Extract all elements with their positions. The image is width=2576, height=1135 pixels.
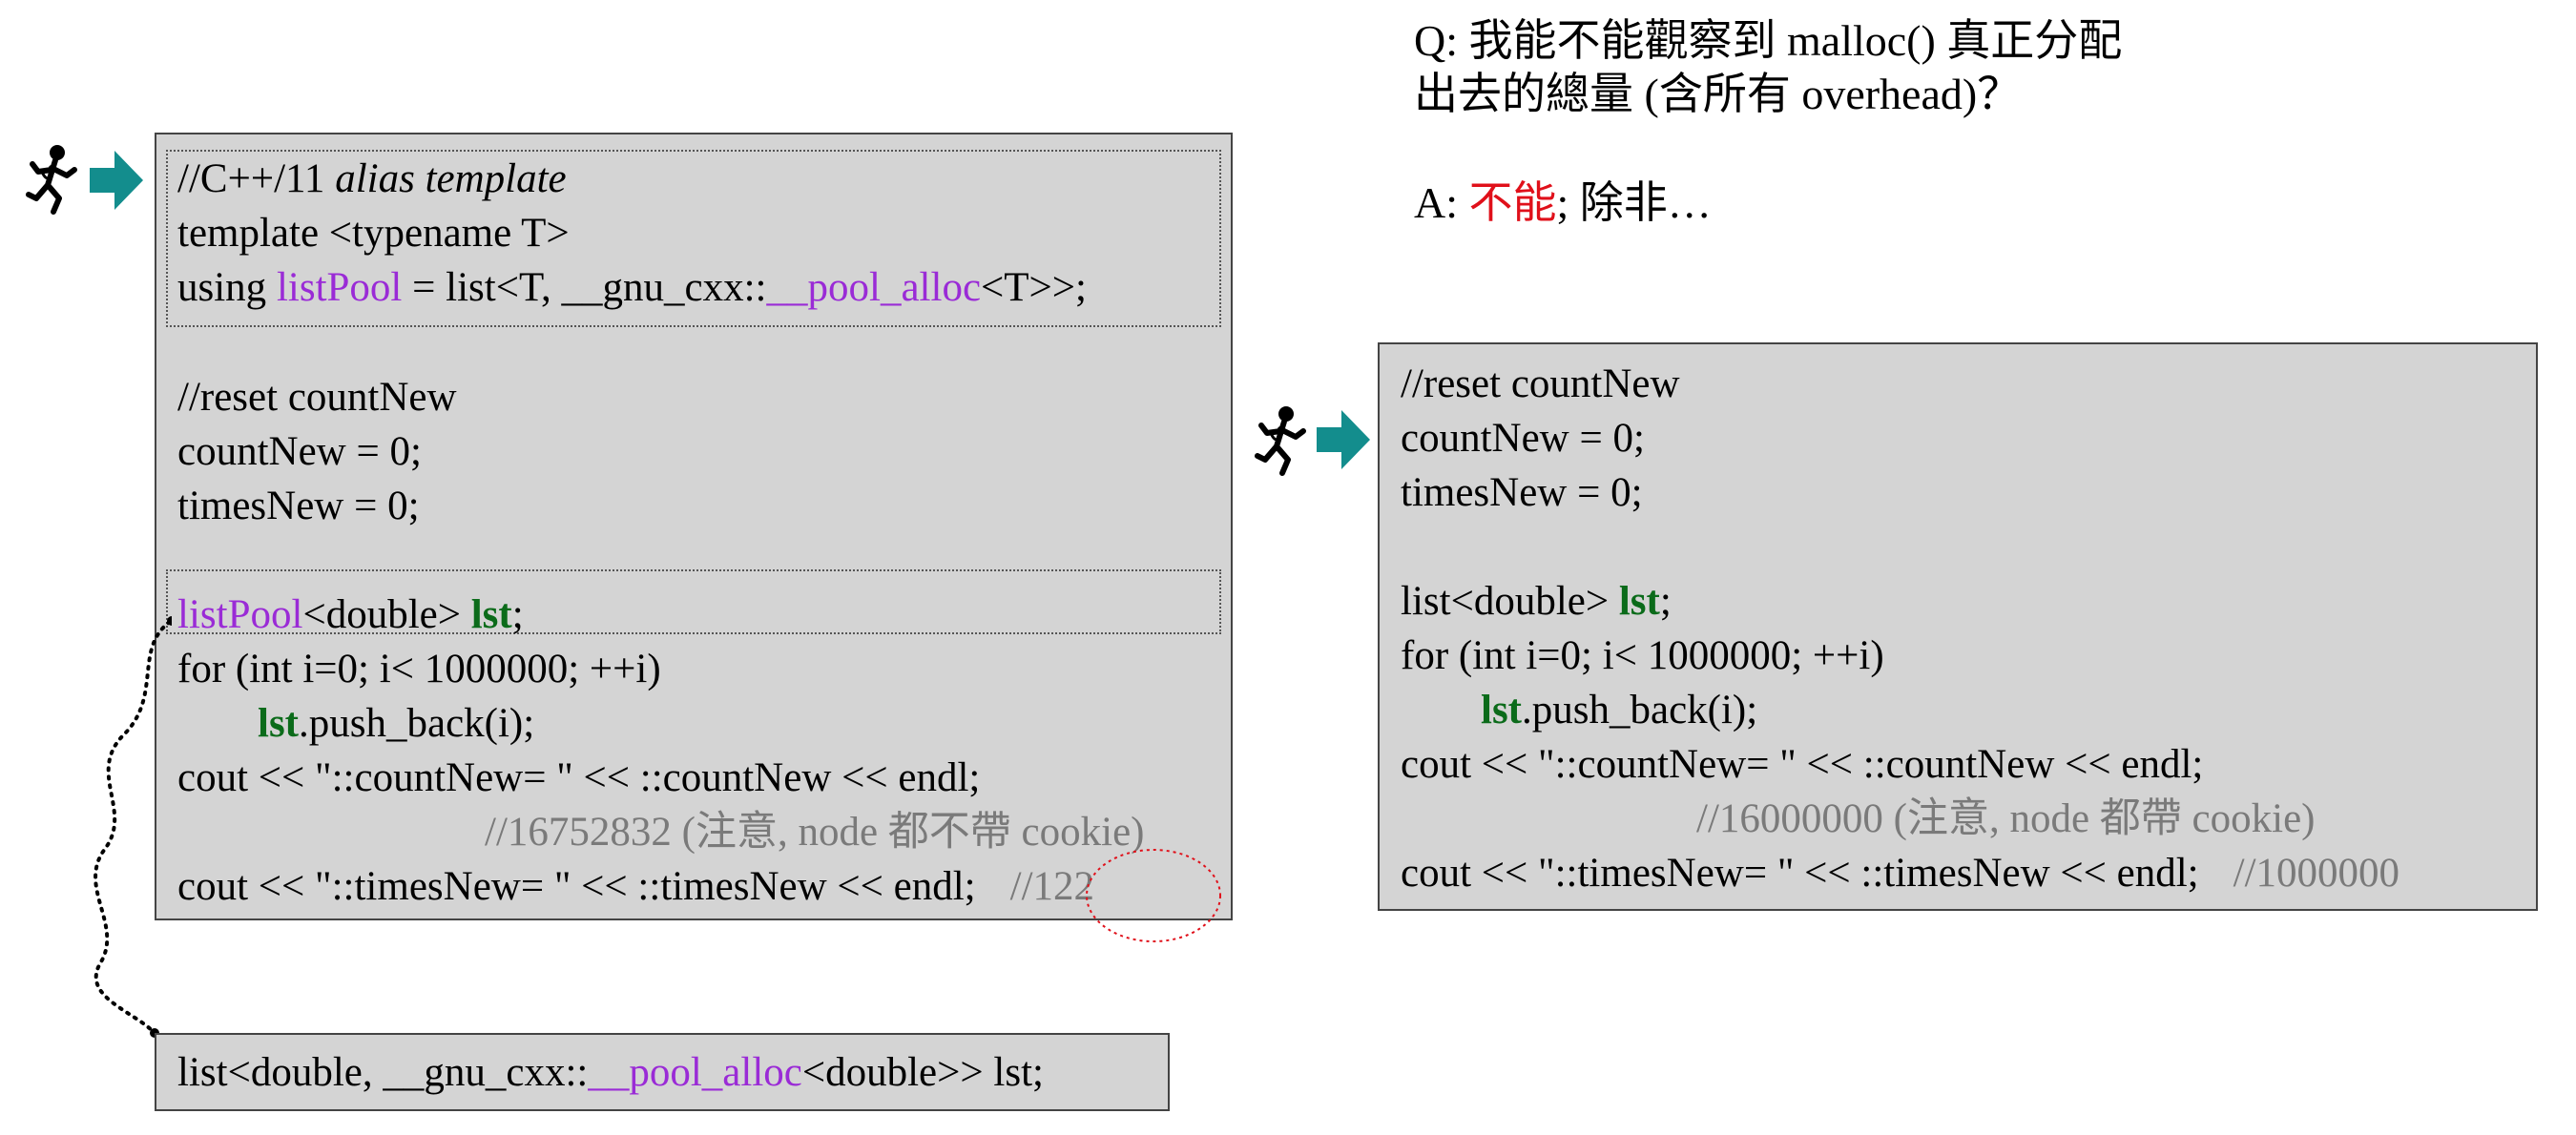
running-man-icon [1255, 406, 1306, 476]
answer-highlight: 不能 [1468, 178, 1557, 227]
running-man-icon [26, 145, 77, 215]
code-line: countNew = 0; [177, 429, 422, 474]
code-line: //reset countNew [1401, 361, 1680, 406]
code-line: countNew = 0; [1401, 416, 1645, 461]
code-line: cout << "::countNew= " << ::countNew << … [177, 755, 981, 800]
code-line: listPool<double> lst; [177, 592, 524, 637]
code-line: for (int i=0; i< 1000000; ++i) [1401, 633, 1884, 678]
code-line: cout << "::countNew= " << ::countNew << … [1401, 742, 2204, 787]
question-line-2: 出去的總量 (含所有 overhead)？ [1414, 70, 2022, 118]
answer-suffix: ; 除非… [1556, 178, 1712, 227]
code-line: lst.push_back(i); [1481, 688, 1758, 733]
left-code-box: //C++/11 alias template template <typena… [155, 133, 1233, 920]
code-line: list<double, __gnu_cxx::__pool_alloc<dou… [177, 1050, 1044, 1095]
question-line-1: Q: 我能不能觀察到 malloc() 真正分配 [1414, 16, 2123, 65]
times-new-result: //1000000 [2233, 851, 2400, 896]
code-line: cout << "::timesNew= " << ::timesNew << … [177, 864, 1095, 909]
answer-line: A: 不能; 除非… [1414, 174, 1712, 233]
code-comment: //16752832 (注意, node 都不帶 cookie) [485, 810, 1145, 855]
code-line: cout << "::timesNew= " << ::timesNew << … [1401, 851, 2400, 896]
code-line: //C++/11 alias template [177, 156, 567, 201]
code-line: //reset countNew [177, 375, 457, 420]
teal-arrow-icon [90, 151, 143, 210]
bottom-code-box: list<double, __gnu_cxx::__pool_alloc<dou… [155, 1033, 1170, 1111]
right-code-box: //reset countNew countNew = 0; timesNew … [1378, 342, 2538, 911]
code-line: using listPool = list<T, __gnu_cxx::__po… [177, 265, 1087, 310]
code-line: timesNew = 0; [177, 484, 420, 528]
code-line: timesNew = 0; [1401, 470, 1643, 515]
code-line: template <typename T> [177, 211, 570, 256]
code-line: list<double> lst; [1401, 579, 1672, 624]
code-line: for (int i=0; i< 1000000; ++i) [177, 647, 661, 691]
teal-arrow-icon [1317, 410, 1370, 469]
code-comment: //16000000 (注意, node 都帶 cookie) [1696, 796, 2316, 841]
code-line: lst.push_back(i); [258, 701, 535, 746]
answer-prefix: A: [1414, 178, 1469, 227]
dotted-connector [93, 616, 172, 1038]
highlight-circle [1086, 849, 1221, 942]
